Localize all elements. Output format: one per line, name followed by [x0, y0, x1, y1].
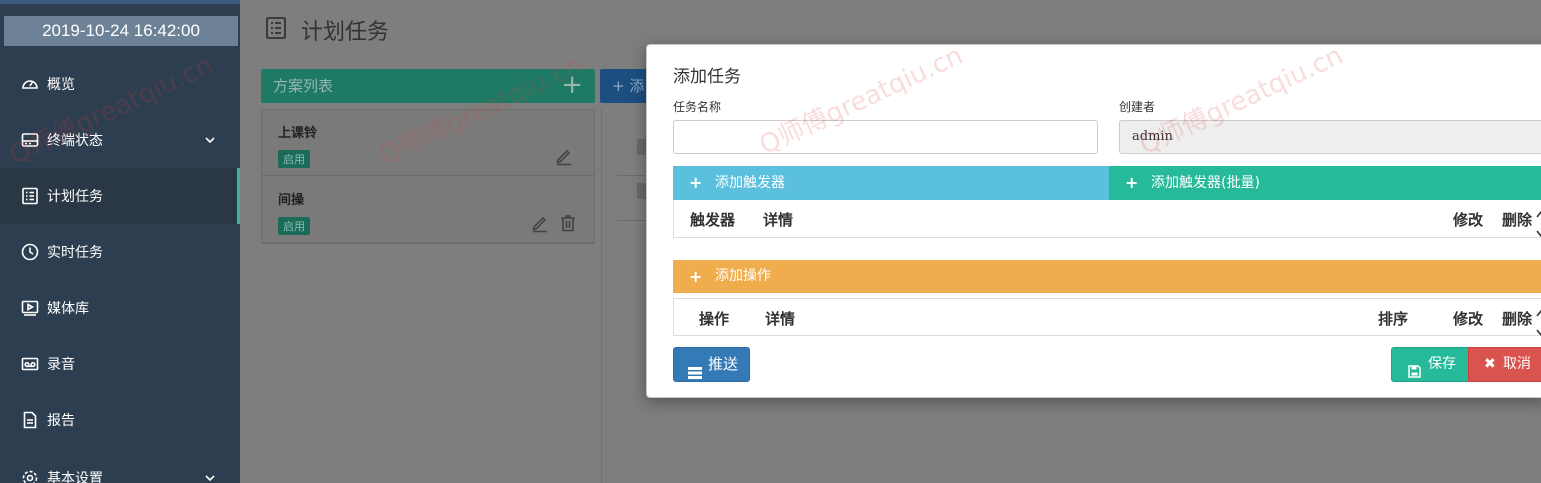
status-badge: 启用	[278, 217, 310, 235]
plan-list: 上课铃 启用 间操 启用	[261, 109, 595, 244]
dashboard-icon	[21, 75, 39, 93]
column-header: 删除	[1502, 211, 1533, 229]
plus-icon: +	[689, 173, 703, 192]
sidebar-item-realtime-tasks[interactable]: 实时任务	[0, 224, 240, 280]
plus-icon: +	[689, 267, 703, 286]
sort-arrows-icon[interactable]	[1536, 308, 1541, 338]
voicemail-icon	[21, 355, 39, 373]
sidebar-item-label: 计划任务	[47, 189, 103, 205]
add-plan-button[interactable]: +	[561, 69, 583, 101]
save-button-label: 保存	[1428, 356, 1456, 372]
plan-list-header: 方案列表 +	[261, 69, 595, 103]
page-title: 计划任务	[301, 20, 390, 45]
column-header: 修改	[1453, 211, 1484, 229]
sidebar-item-overview[interactable]: 概览	[0, 56, 240, 112]
column-header: 操作	[699, 310, 730, 328]
sort-arrows-icon[interactable]	[1536, 209, 1541, 239]
chevron-down-icon	[204, 472, 216, 483]
column-header: 详情	[765, 310, 796, 328]
status-badge: 启用	[278, 150, 310, 168]
push-button-label: 推送	[708, 355, 739, 373]
sidebar-item-label: 报告	[47, 413, 75, 429]
server-icon	[688, 358, 702, 379]
floppy-disk-icon	[1408, 358, 1421, 378]
creator-field[interactable]: admin	[1119, 120, 1541, 154]
sidebar-item-label: 终端状态	[47, 133, 103, 149]
sidebar-item-label: 实时任务	[47, 245, 103, 261]
plan-list-title: 方案列表	[273, 77, 334, 95]
modal-title: 添加任务	[673, 67, 741, 87]
sidebar-top-bar	[0, 0, 240, 4]
sidebar: 2019-10-24 16:42:00 概览 终端状态 计划任务 实时任务 媒体…	[0, 0, 240, 483]
add-trigger-label: 添加触发器	[715, 175, 785, 191]
column-header: 删除	[1502, 310, 1533, 328]
sidebar-item-media-library[interactable]: 媒体库	[0, 280, 240, 336]
checklist-icon	[21, 187, 39, 205]
clock-icon	[21, 243, 39, 261]
trigger-table-header: 触发器 详情 修改 删除	[673, 200, 1541, 238]
edit-icon[interactable]	[530, 213, 550, 233]
list-item[interactable]: 间操 启用	[262, 177, 594, 243]
close-icon: ✖	[1484, 356, 1496, 372]
task-name-label: 任务名称	[673, 100, 722, 114]
column-header: 详情	[763, 211, 794, 229]
add-action-button-dimmed[interactable]: + 添	[600, 69, 648, 103]
plan-name: 上课铃	[278, 126, 318, 141]
sidebar-item-basic-settings[interactable]: 基本设置	[0, 450, 240, 483]
report-icon	[21, 411, 39, 429]
sidebar-item-recording[interactable]: 录音	[0, 336, 240, 392]
add-task-modal: 添加任务 任务名称 创建者 admin + 添加触发器 + 添加触发器(批量) …	[646, 44, 1541, 398]
add-action-label: 添加操作	[715, 268, 771, 284]
task-name-input[interactable]	[673, 120, 1098, 154]
plus-icon: +	[1125, 173, 1139, 192]
media-icon	[21, 299, 39, 317]
sidebar-item-label: 媒体库	[47, 301, 89, 317]
settings-icon	[21, 469, 39, 483]
add-trigger-button[interactable]: + 添加触发器	[673, 166, 1109, 200]
sidebar-item-label: 基本设置	[47, 471, 103, 483]
column-header: 触发器	[690, 211, 736, 229]
detail-panel-dimmed	[601, 109, 647, 483]
list-item[interactable]: 上课铃 启用	[262, 110, 594, 176]
creator-label: 创建者	[1119, 100, 1156, 114]
sidebar-item-label: 录音	[47, 357, 75, 373]
add-trigger-batch-label: 添加触发器(批量)	[1151, 175, 1260, 191]
chevron-down-icon	[204, 134, 216, 146]
clock-display: 2019-10-24 16:42:00	[4, 16, 238, 46]
sidebar-item-report[interactable]: 报告	[0, 392, 240, 448]
sidebar-item-terminal-status[interactable]: 终端状态	[0, 112, 240, 168]
column-header: 排序	[1378, 310, 1409, 328]
sidebar-item-scheduled-tasks[interactable]: 计划任务	[0, 168, 240, 224]
checklist-icon	[265, 16, 287, 40]
edit-icon[interactable]	[554, 146, 574, 166]
column-header: 修改	[1453, 310, 1484, 328]
add-trigger-batch-button[interactable]: + 添加触发器(批量)	[1109, 166, 1541, 200]
push-button[interactable]: 推送	[673, 347, 750, 382]
trash-icon[interactable]	[558, 213, 578, 233]
divider	[617, 175, 647, 176]
divider	[617, 220, 647, 221]
save-button[interactable]: 保存	[1391, 347, 1469, 382]
sidebar-item-label: 概览	[47, 77, 75, 93]
plan-name: 间操	[278, 193, 305, 208]
cancel-button[interactable]: ✖ 取消	[1468, 347, 1541, 382]
add-action-button[interactable]: + 添加操作	[673, 260, 1541, 293]
cancel-button-label: 取消	[1503, 356, 1531, 372]
terminal-icon	[21, 131, 39, 149]
action-table-header: 操作 详情 排序 修改 删除	[673, 298, 1541, 338]
